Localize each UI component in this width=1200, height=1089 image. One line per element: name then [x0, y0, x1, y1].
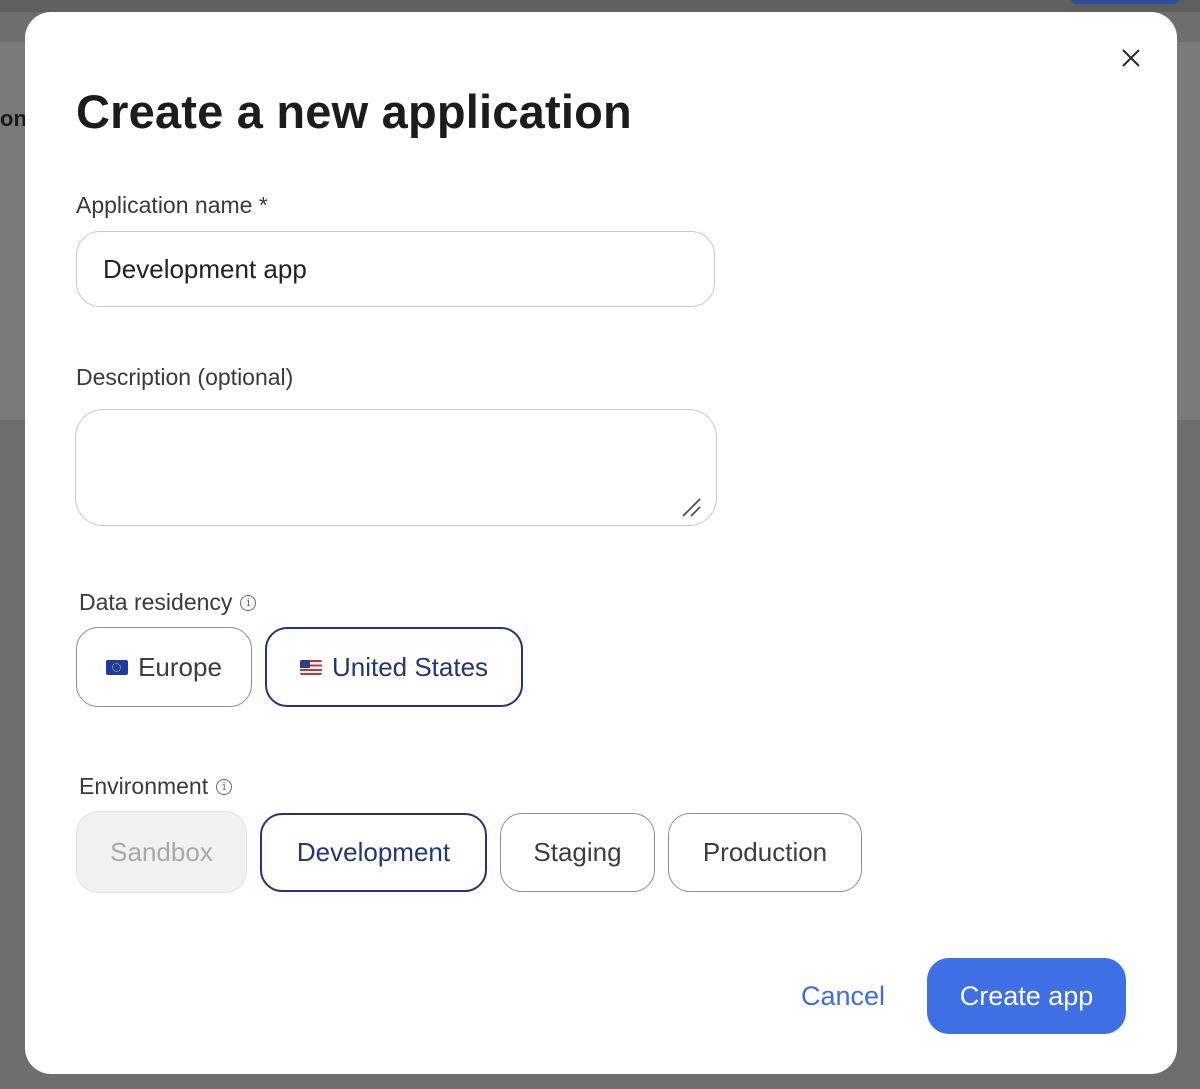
app-name-label: Application name * [76, 192, 268, 218]
environment-label: Environment i [79, 773, 233, 800]
close-button[interactable] [1117, 44, 1145, 72]
create-app-modal: Create a new application Application nam… [25, 12, 1177, 1074]
cancel-button[interactable]: Cancel [785, 962, 901, 1030]
app-name-input[interactable] [76, 231, 715, 307]
environment-label-text: Environment [79, 773, 209, 799]
environment-option-label: Production [702, 837, 828, 867]
environment-option-label: Sandbox [110, 836, 213, 867]
create-app-button[interactable]: Create app [927, 958, 1126, 1034]
background-button [1070, 0, 1180, 4]
us-flag-icon [299, 659, 322, 675]
data-residency-label: Data residency i [79, 589, 257, 616]
description-textarea[interactable] [75, 409, 717, 526]
residency-option-united-states[interactable]: United States [265, 627, 523, 707]
background-topbar [0, 0, 1200, 12]
residency-option-europe[interactable]: Europe [76, 627, 252, 707]
environment-option-development[interactable]: Development [260, 813, 487, 892]
environment-option-sandbox: Sandbox [76, 811, 247, 893]
info-icon[interactable]: i [216, 778, 233, 795]
info-icon[interactable]: i [240, 594, 257, 611]
environment-option-label: Staging [533, 837, 622, 867]
residency-option-label: United States [331, 651, 489, 682]
close-icon [1122, 49, 1140, 67]
environment-option-label: Development [296, 837, 451, 867]
resize-grip-icon[interactable] [680, 496, 702, 518]
description-label: Description (optional) [76, 364, 294, 390]
eu-flag-icon [106, 659, 129, 675]
data-residency-label-text: Data residency [79, 589, 233, 615]
environment-option-staging[interactable]: Staging [500, 813, 655, 892]
residency-option-label: Europe [138, 651, 222, 682]
environment-option-production[interactable]: Production [668, 813, 862, 892]
modal-title: Create a new application [76, 85, 632, 138]
